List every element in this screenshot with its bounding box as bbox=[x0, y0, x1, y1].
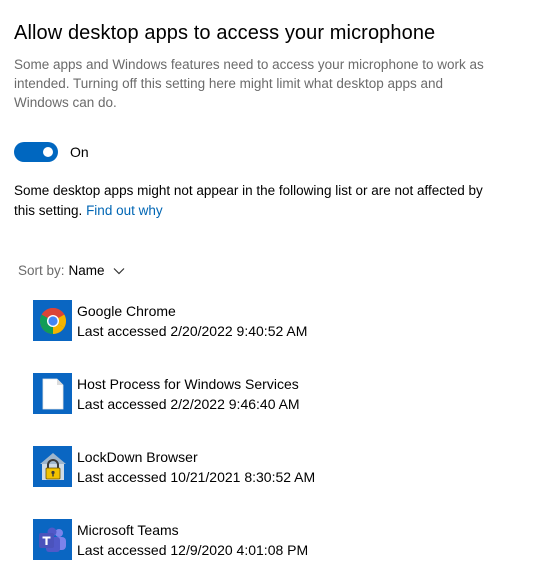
list-item: Host Process for Windows Services Last a… bbox=[33, 373, 533, 417]
sort-label: Sort by: bbox=[18, 263, 65, 278]
access-toggle-row: On bbox=[14, 141, 89, 163]
app-name: Google Chrome bbox=[77, 303, 176, 319]
app-last-accessed: Last accessed 12/9/2020 4:01:08 PM bbox=[77, 542, 309, 558]
toggle-knob bbox=[43, 147, 53, 157]
chrome-icon bbox=[39, 307, 66, 334]
app-name: Microsoft Teams bbox=[77, 522, 179, 538]
sort-value: Name bbox=[68, 263, 105, 278]
app-text: Host Process for Windows Services Last a… bbox=[77, 374, 300, 414]
page-description: Some apps and Windows features need to a… bbox=[14, 57, 484, 110]
find-out-why-link[interactable]: Find out why bbox=[86, 203, 163, 218]
app-name: Host Process for Windows Services bbox=[77, 376, 299, 392]
toggle-state-label: On bbox=[70, 144, 89, 160]
app-name: LockDown Browser bbox=[77, 449, 198, 465]
app-last-accessed: Last accessed 2/20/2022 9:40:52 AM bbox=[77, 323, 308, 339]
sort-dropdown[interactable]: Sort by: Name bbox=[18, 263, 125, 278]
list-item: Microsoft Teams Last accessed 12/9/2020 … bbox=[33, 519, 533, 563]
app-icon-tile bbox=[33, 300, 72, 341]
access-toggle-switch[interactable] bbox=[14, 142, 58, 162]
app-text: LockDown Browser Last accessed 10/21/202… bbox=[77, 447, 315, 487]
desktop-apps-note: Some desktop apps might not appear in th… bbox=[14, 181, 484, 221]
list-item: LockDown Browser Last accessed 10/21/202… bbox=[33, 446, 533, 490]
app-icon-tile bbox=[33, 519, 72, 560]
list-item: Google Chrome Last accessed 2/20/2022 9:… bbox=[33, 300, 533, 344]
lock-icon bbox=[39, 452, 66, 480]
app-last-accessed: Last accessed 2/2/2022 9:46:40 AM bbox=[77, 396, 300, 412]
app-text: Google Chrome Last accessed 2/20/2022 9:… bbox=[77, 301, 307, 341]
app-icon-tile bbox=[33, 373, 72, 414]
chevron-down-icon bbox=[113, 267, 124, 274]
note-text: Some desktop apps might not appear in th… bbox=[14, 183, 483, 218]
app-last-accessed: Last accessed 10/21/2021 8:30:52 AM bbox=[77, 469, 316, 485]
page-title: Allow desktop apps to access your microp… bbox=[14, 22, 436, 44]
document-icon bbox=[42, 378, 63, 409]
teams-icon bbox=[38, 527, 66, 552]
app-icon-tile bbox=[33, 446, 72, 487]
app-text: Microsoft Teams Last accessed 12/9/2020 … bbox=[77, 520, 308, 560]
